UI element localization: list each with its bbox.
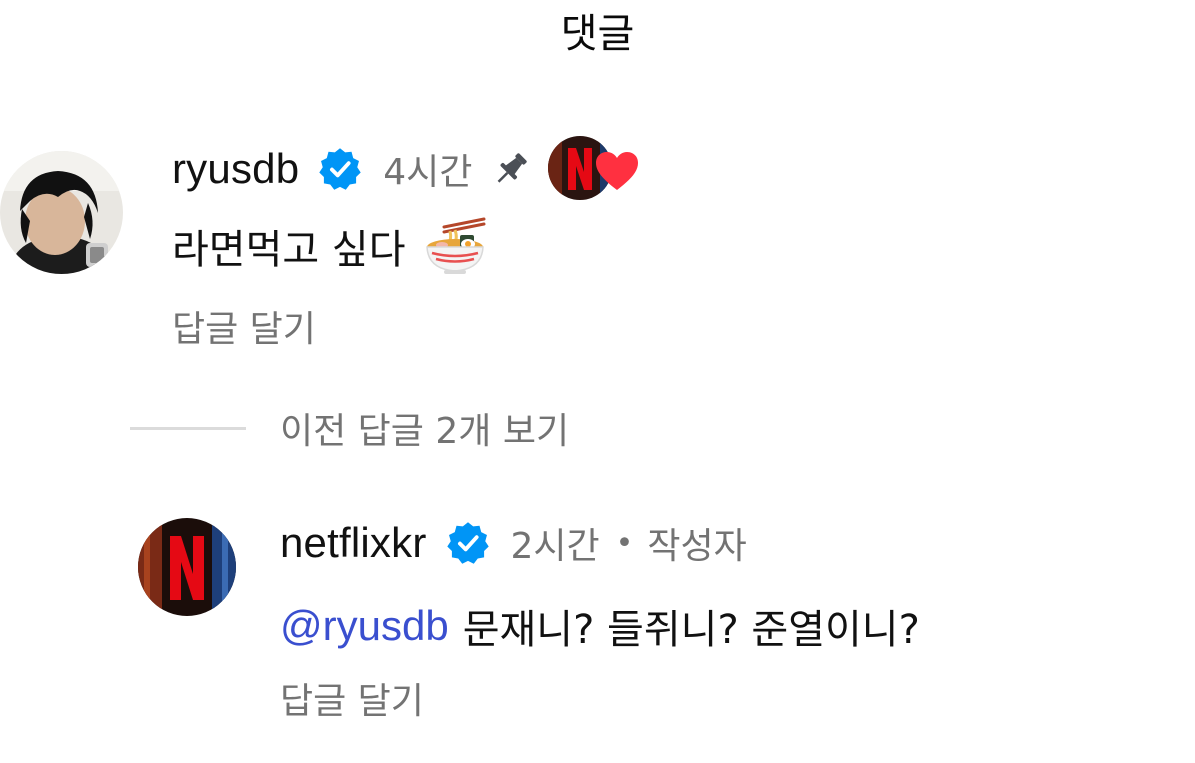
avatar[interactable]	[138, 518, 236, 616]
verified-badge-icon	[445, 520, 491, 566]
reply-button[interactable]: 답글 달기	[172, 300, 316, 352]
thread-divider	[130, 426, 246, 430]
comment-text: 라면먹고 싶다	[172, 227, 406, 273]
view-replies-label[interactable]: 이전 답글 2개 보기	[280, 402, 569, 454]
username[interactable]: netflixkr	[280, 519, 427, 567]
comment-header: ryusdb 4시간	[172, 136, 648, 200]
view-previous-replies[interactable]: 이전 답글 2개 보기	[130, 400, 569, 456]
reply-header: netflixkr 2시간 • 작성자	[280, 514, 747, 572]
reply-text: 문재니? 들쥐니? 준열이니?	[462, 607, 920, 653]
ramen-bowl-icon	[422, 213, 488, 279]
reply-body: @ryusdb 문재니? 들쥐니? 준열이니?	[280, 594, 920, 658]
timestamp: 2시간	[510, 526, 600, 567]
comment-body: 라면먹고 싶다	[172, 214, 488, 278]
pin-icon	[490, 148, 532, 190]
avatar[interactable]	[0, 151, 123, 274]
author-label: 작성자	[647, 526, 747, 567]
separator-dot: •	[615, 525, 634, 561]
reply-button[interactable]: 답글 달기	[280, 672, 424, 724]
page-title: 댓글	[560, 11, 635, 57]
mention-link[interactable]: @ryusdb	[280, 602, 449, 650]
timestamp: 4시간	[383, 152, 473, 193]
creator-liked-indicator	[548, 136, 648, 202]
verified-badge-icon	[317, 146, 363, 192]
username[interactable]: ryusdb	[172, 145, 299, 193]
heart-icon	[594, 150, 640, 192]
